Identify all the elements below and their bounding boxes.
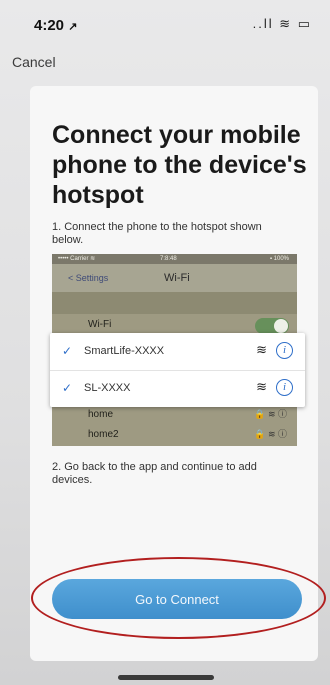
illustration-back-label: < Settings [68, 273, 109, 283]
highlight-circle-annotation [31, 557, 326, 639]
status-bar: 4:20 ↗ ..ll ≋ ▭ [0, 0, 330, 44]
illustration-status-bar: ••••• Carrier ≋ 7:8:48 ▪ 100% [52, 254, 297, 264]
network-name: SmartLife-XXXX [84, 345, 165, 357]
lock-wifi-info-icons: 🔒 ≋ ⓘ [254, 429, 287, 439]
info-icon: i [276, 379, 293, 396]
cancel-button[interactable]: Cancel [12, 54, 56, 70]
wifi-icon: ≋ [256, 379, 267, 394]
illustration-nav-bar: < Settings Wi-Fi [52, 264, 297, 292]
lock-wifi-info-icons: 🔒 ≋ ⓘ [254, 409, 287, 419]
location-arrow-icon: ↗ [68, 21, 78, 33]
network-row: ✓ SmartLife-XXXX ≋ i [50, 333, 305, 371]
toggle-switch [255, 318, 289, 334]
step-1-text: 1. Connect the phone to the hotspot show… [52, 221, 262, 246]
network-name: SL-XXXX [84, 382, 131, 394]
illustration-network-row: home 🔒 ≋ ⓘ [52, 404, 297, 424]
step-2-text: 2. Go back to the app and continue to ad… [52, 461, 257, 486]
page-title: Connect your mobile phone to the device'… [52, 121, 307, 209]
info-icon: i [276, 342, 293, 359]
hotspot-network-popup: ✓ SmartLife-XXXX ≋ i ✓ SL-XXXX ≋ i [50, 333, 305, 407]
checkmark-icon: ✓ [62, 381, 73, 395]
checkmark-icon: ✓ [62, 344, 73, 358]
network-row: ✓ SL-XXXX ≋ i [50, 370, 305, 407]
home-indicator [118, 675, 214, 680]
wifi-icon: ≋ [256, 342, 267, 357]
signal-wifi-battery-icons: ..ll ≋ ▭ [252, 16, 312, 31]
illustration-network-row: home2 🔒 ≋ ⓘ [52, 424, 297, 446]
status-time: 4:20 ↗ [34, 17, 78, 34]
illustration-title: Wi-Fi [164, 272, 190, 284]
